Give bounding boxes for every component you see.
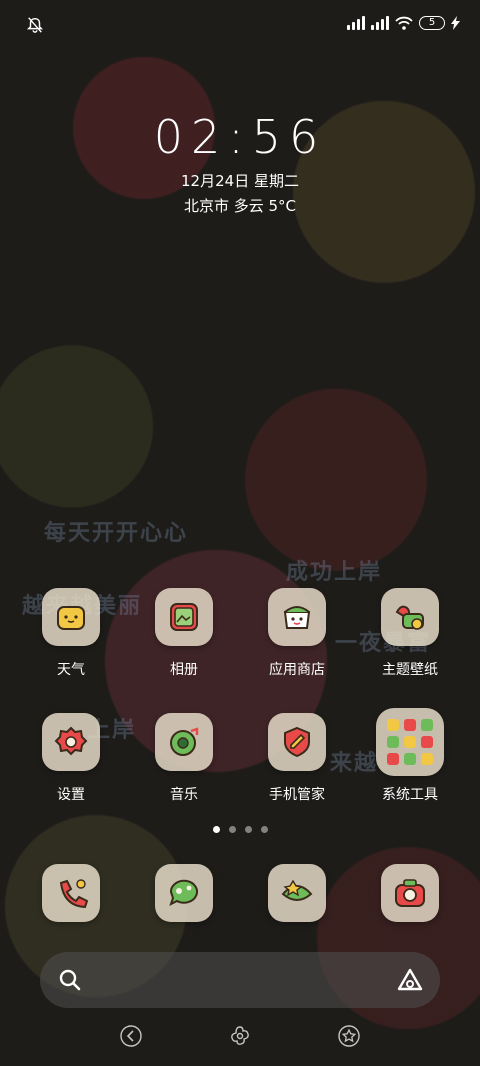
app-label: 应用商店 bbox=[269, 662, 325, 678]
assistant-icon[interactable] bbox=[396, 967, 424, 993]
app-folder-system-tools[interactable]: 系统工具 bbox=[360, 708, 460, 804]
security-icon bbox=[268, 713, 326, 771]
page-dot-active[interactable] bbox=[212, 826, 220, 833]
status-bar: 5 bbox=[0, 0, 480, 48]
page-indicator[interactable] bbox=[0, 826, 480, 833]
folder-icon bbox=[376, 708, 444, 776]
wallpaper-text: 成功上岸 bbox=[286, 560, 383, 585]
app-store-icon bbox=[268, 588, 326, 646]
weather-summary[interactable]: 北京市 多云 5°C bbox=[0, 195, 480, 216]
app-label: 设置 bbox=[57, 787, 85, 803]
page-dot[interactable] bbox=[244, 826, 252, 833]
dock-messages[interactable] bbox=[134, 864, 234, 922]
app-weather[interactable]: 天气 bbox=[21, 588, 121, 679]
mute-bell-icon bbox=[26, 17, 44, 33]
page-dot[interactable] bbox=[228, 826, 236, 833]
app-label: 系统工具 bbox=[382, 787, 438, 803]
app-music[interactable]: 音乐 bbox=[134, 713, 234, 804]
weather-icon bbox=[42, 588, 100, 646]
app-settings[interactable]: 设置 bbox=[21, 713, 121, 804]
charging-icon bbox=[451, 16, 460, 30]
browser-icon bbox=[268, 864, 326, 922]
clock-time[interactable]: 02:56 bbox=[0, 110, 480, 164]
app-label: 音乐 bbox=[170, 787, 198, 803]
page-dot[interactable] bbox=[260, 826, 268, 833]
dock-browser[interactable] bbox=[247, 864, 347, 922]
app-label: 手机管家 bbox=[269, 787, 325, 803]
app-label: 相册 bbox=[170, 662, 198, 678]
wifi-icon bbox=[395, 16, 413, 30]
app-label: 天气 bbox=[57, 662, 85, 678]
messages-icon bbox=[155, 864, 213, 922]
search-icon[interactable] bbox=[58, 968, 82, 992]
themes-icon bbox=[381, 588, 439, 646]
search-bar[interactable] bbox=[40, 952, 440, 1008]
app-themes[interactable]: 主题壁纸 bbox=[360, 588, 460, 679]
app-gallery[interactable]: 相册 bbox=[134, 588, 234, 679]
battery-icon: 5 bbox=[419, 16, 445, 30]
app-store[interactable]: 应用商店 bbox=[247, 588, 347, 679]
wallpaper-text: 每天开开心心 bbox=[44, 521, 189, 546]
dock-phone[interactable] bbox=[21, 864, 121, 922]
signal-icon bbox=[347, 16, 365, 30]
app-security[interactable]: 手机管家 bbox=[247, 713, 347, 804]
app-label: 主题壁纸 bbox=[382, 662, 438, 678]
recents-icon[interactable] bbox=[337, 1024, 361, 1048]
back-icon[interactable] bbox=[119, 1024, 143, 1048]
camera-icon bbox=[381, 864, 439, 922]
dock-camera[interactable] bbox=[360, 864, 460, 922]
settings-icon bbox=[42, 713, 100, 771]
home-icon[interactable] bbox=[228, 1024, 252, 1048]
gallery-icon bbox=[155, 588, 213, 646]
navigation-bar bbox=[0, 1016, 480, 1056]
signal-icon bbox=[371, 16, 389, 30]
clock-date[interactable]: 12月24日 星期二 bbox=[0, 170, 480, 191]
phone-icon bbox=[42, 864, 100, 922]
music-icon bbox=[155, 713, 213, 771]
